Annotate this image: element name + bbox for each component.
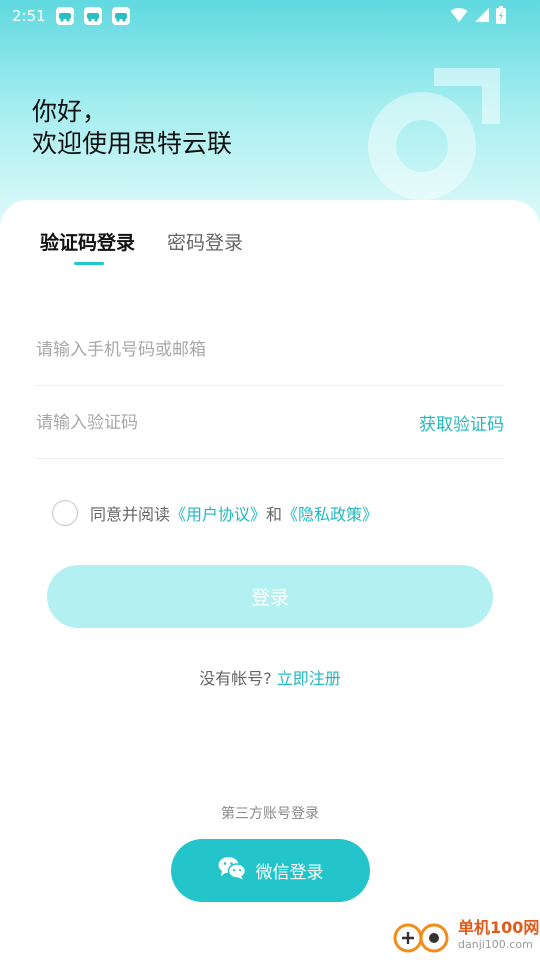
- tab-password-login[interactable]: 密码登录: [167, 228, 243, 265]
- status-time: 2:51: [12, 7, 46, 25]
- wifi-icon: [450, 7, 468, 27]
- wechat-icon: [218, 856, 246, 885]
- notification-app-icon: [111, 7, 130, 25]
- watermark: 单机100网 danji100.com: [392, 918, 539, 954]
- phone-field-row: [36, 314, 504, 386]
- tab-sms-code-login[interactable]: 验证码登录: [40, 228, 135, 265]
- verification-code-input[interactable]: [36, 412, 376, 433]
- notification-app-icon: [55, 7, 74, 25]
- agree-checkbox[interactable]: [52, 500, 78, 526]
- register-link[interactable]: 立即注册: [277, 669, 341, 688]
- agreement-and: 和: [266, 505, 283, 524]
- watermark-text: 单机100网 danji100.com: [458, 919, 539, 953]
- login-button[interactable]: 登录: [47, 565, 493, 628]
- greeting-line: 你好，: [32, 97, 108, 126]
- greeting-title: 你好， 欢迎使用思特云联: [32, 96, 232, 160]
- third-party-login-title: 第三方账号登录: [221, 806, 319, 822]
- get-code-button[interactable]: 获取验证码: [419, 410, 504, 435]
- greeting-line: 欢迎使用思特云联: [32, 129, 233, 158]
- user-agreement-link[interactable]: 《用户协议》: [170, 501, 266, 525]
- agreement-prefix: 同意并阅读: [90, 505, 171, 524]
- register-prompt: 没有帐号?: [199, 669, 272, 688]
- wechat-login-button[interactable]: 微信登录: [171, 839, 370, 902]
- status-icons: [450, 6, 506, 28]
- watermark-logo-icon: [392, 918, 452, 954]
- status-bar: 2:51: [0, 0, 540, 32]
- login-tabs: 验证码登录 密码登录: [40, 228, 243, 265]
- battery-icon: [496, 6, 506, 28]
- agreement-row: 同意并阅读 《用户协议》 和 《隐私政策》: [52, 500, 378, 526]
- decorative-ring: [368, 92, 476, 200]
- wechat-login-label: 微信登录: [255, 863, 324, 883]
- notification-app-icon: [83, 7, 102, 25]
- code-field-row: 获取验证码: [36, 387, 504, 459]
- watermark-url: danji100.com: [458, 938, 533, 951]
- privacy-policy-link[interactable]: 《隐私政策》: [282, 501, 378, 525]
- watermark-title: 单机100网: [458, 918, 540, 937]
- register-row: 没有帐号? 立即注册: [0, 665, 540, 689]
- login-card: 验证码登录 密码登录 获取验证码 同意并阅读 《用户协议》 和 《隐私政策》 登…: [0, 200, 540, 960]
- phone-email-input[interactable]: [36, 339, 376, 360]
- cellular-signal-icon: [474, 7, 490, 27]
